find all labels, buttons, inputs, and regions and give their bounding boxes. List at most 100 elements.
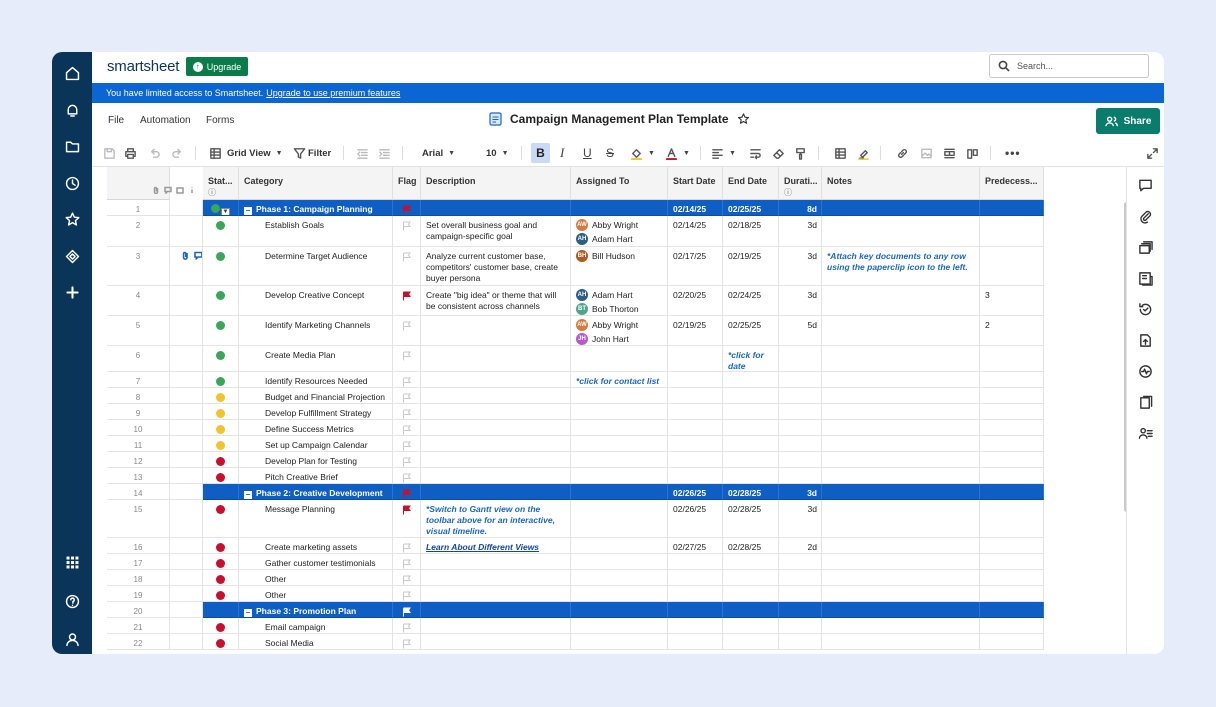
format-painter-icon[interactable]	[794, 145, 807, 161]
cell-duration[interactable]: 3d	[779, 286, 822, 316]
cell-assigned[interactable]	[571, 468, 668, 484]
cell-duration[interactable]: 5d	[779, 316, 822, 346]
cell-start[interactable]: 02/26/25	[668, 484, 723, 500]
star-icon[interactable]	[62, 209, 82, 229]
cell-end[interactable]	[723, 602, 779, 618]
flag-icon[interactable]	[398, 409, 415, 419]
cell-pred[interactable]	[980, 538, 1044, 554]
cell-assigned[interactable]	[571, 420, 668, 436]
cell-pred[interactable]	[980, 216, 1044, 247]
insert-row-icon[interactable]	[943, 145, 956, 161]
status-dot-red[interactable]	[216, 457, 225, 466]
cell-notes[interactable]	[822, 316, 980, 346]
cell-description[interactable]	[421, 200, 571, 216]
cell-assigned[interactable]: BH Bill Hudson	[571, 247, 668, 286]
cell-category[interactable]: Identify Resources Needed	[239, 372, 393, 388]
contact[interactable]: AW Abby Wright	[576, 318, 662, 332]
cell-end[interactable]: 02/28/25	[723, 538, 779, 554]
cell-duration[interactable]	[779, 586, 822, 602]
cell-notes[interactable]	[822, 404, 980, 420]
flag-icon[interactable]	[398, 252, 415, 262]
cell-end[interactable]	[723, 586, 779, 602]
cell-description[interactable]: Analyze current customer base, competito…	[421, 247, 571, 286]
cell-category[interactable]: Pitch Creative Brief	[239, 468, 393, 484]
collapse-icon[interactable]: −	[244, 207, 252, 215]
cell-start[interactable]: 02/20/25	[668, 286, 723, 316]
status-dot[interactable]	[211, 204, 220, 213]
cell-status[interactable]	[203, 538, 239, 554]
cell-status[interactable]	[203, 468, 239, 484]
flag-icon[interactable]	[398, 393, 415, 403]
status-dot-green[interactable]	[216, 351, 225, 360]
cell-notes[interactable]	[822, 286, 980, 316]
cell-end[interactable]: 02/25/25	[723, 316, 779, 346]
cell-assigned[interactable]	[571, 570, 668, 586]
wrap-text-icon[interactable]	[749, 145, 762, 161]
filter-button[interactable]: Filter	[293, 145, 331, 161]
flag-icon[interactable]	[398, 505, 415, 515]
cell-category[interactable]: Create marketing assets	[239, 538, 393, 554]
cell-status[interactable]	[203, 247, 239, 286]
cell-status[interactable]	[203, 372, 239, 388]
cell-flag[interactable]	[393, 420, 421, 436]
cell-assigned[interactable]	[571, 618, 668, 634]
flag-icon[interactable]	[398, 623, 415, 633]
cell-assigned[interactable]	[571, 586, 668, 602]
workapps-icon[interactable]	[62, 246, 82, 266]
cell-assigned[interactable]	[571, 346, 668, 372]
search-input[interactable]: Search...	[989, 54, 1149, 78]
cell-duration[interactable]: 8d	[779, 200, 822, 216]
cell-notes[interactable]	[822, 618, 980, 634]
fill-color-button[interactable]: ▼	[630, 145, 655, 161]
cell-pred[interactable]	[980, 634, 1044, 650]
flag-icon[interactable]	[398, 639, 415, 649]
comment-icon[interactable]	[194, 251, 202, 263]
cell-description[interactable]	[421, 404, 571, 420]
cell-category[interactable]: Define Success Metrics	[239, 420, 393, 436]
cell-start[interactable]: 02/26/25	[668, 500, 723, 538]
contact[interactable]: BH Bill Hudson	[576, 249, 662, 263]
cell-notes[interactable]	[822, 420, 980, 436]
cell-assigned[interactable]	[571, 538, 668, 554]
table-row[interactable]: 21 Email campaign	[107, 618, 1044, 634]
cell-flag[interactable]	[393, 468, 421, 484]
cell-assigned[interactable]	[571, 634, 668, 650]
cell-duration[interactable]	[779, 388, 822, 404]
cell-assigned[interactable]	[571, 554, 668, 570]
cell-end[interactable]: 02/24/25	[723, 286, 779, 316]
cell-status[interactable]	[203, 404, 239, 420]
table-row[interactable]: 6 Create Media Plan *click for date	[107, 346, 1044, 372]
cell-description[interactable]	[421, 346, 571, 372]
expand-icon[interactable]	[1146, 145, 1159, 161]
cell-description[interactable]: Create "big idea" or theme that will be …	[421, 286, 571, 316]
column-header-start-date[interactable]: Start Date	[668, 167, 723, 200]
cell-pred[interactable]	[980, 602, 1044, 618]
cell-flag[interactable]	[393, 484, 421, 500]
cell-start[interactable]	[668, 388, 723, 404]
outdent-icon[interactable]	[356, 145, 369, 161]
cell-description[interactable]	[421, 468, 571, 484]
cell-start[interactable]	[668, 554, 723, 570]
logo[interactable]: smartsheet	[107, 58, 179, 75]
status-dot-red[interactable]	[216, 543, 225, 552]
cell-assigned[interactable]	[571, 200, 668, 216]
cell-notes[interactable]	[822, 468, 980, 484]
column-header-duration[interactable]: Durati... ⓘ	[779, 167, 822, 200]
dropdown-arrow-icon[interactable]: ▼	[221, 208, 230, 215]
column-header-category[interactable]: Category	[239, 167, 393, 200]
table-row[interactable]: 10 Define Success Metrics	[107, 420, 1044, 436]
status-dot-yellow[interactable]	[216, 393, 225, 402]
status-dot-green[interactable]	[216, 291, 225, 300]
cell-flag[interactable]	[393, 372, 421, 388]
cell-assigned[interactable]	[571, 602, 668, 618]
flag-icon[interactable]	[398, 425, 415, 435]
column-header-predecessors[interactable]: Predecess...	[980, 167, 1044, 200]
cell-pred[interactable]	[980, 468, 1044, 484]
cell-flag[interactable]	[393, 452, 421, 468]
cell-category[interactable]: Gather customer testimonials	[239, 554, 393, 570]
cell-status[interactable]	[203, 436, 239, 452]
help-icon[interactable]	[62, 591, 82, 611]
flag-icon[interactable]	[398, 221, 415, 231]
cell-pred[interactable]	[980, 388, 1044, 404]
cell-flag[interactable]	[393, 200, 421, 216]
